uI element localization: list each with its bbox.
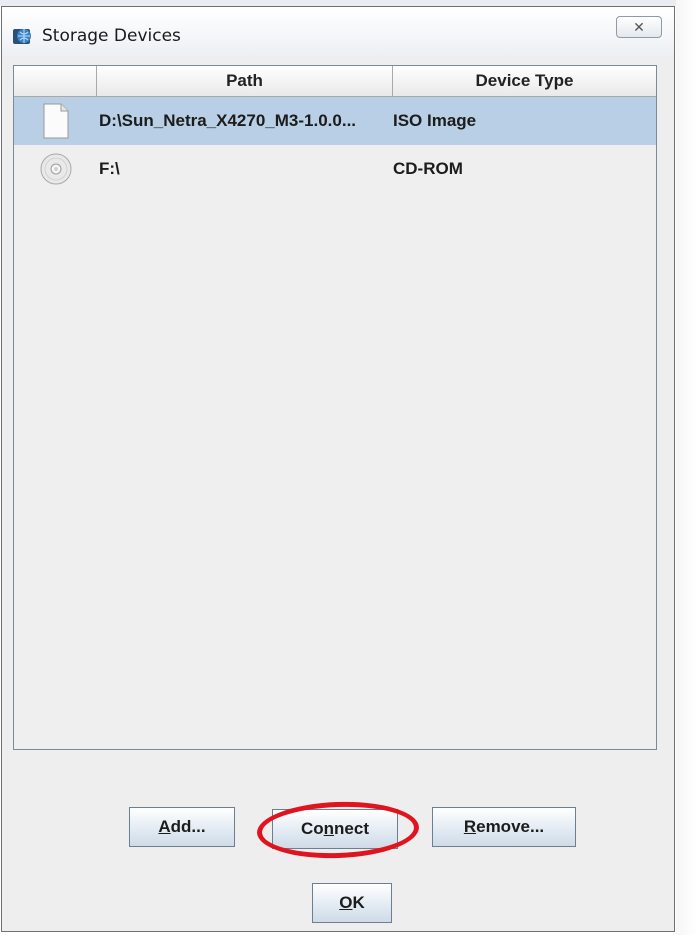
table-body: D:\Sun_Netra_X4270_M3-1.0.0... ISO Image… <box>14 97 656 193</box>
window-title: Storage Devices <box>42 26 181 46</box>
ok-label-mnemonic: O <box>339 893 353 912</box>
device-type: ISO Image <box>393 111 477 130</box>
column-header-icon[interactable] <box>14 66 97 96</box>
table-row[interactable]: F:\ CD-ROM <box>14 145 656 193</box>
title-bar[interactable]: Storage Devices ✕ <box>2 7 674 57</box>
ok-label-suffix: K <box>352 893 365 912</box>
column-header-device-type[interactable]: Device Type <box>393 66 656 96</box>
background-edge <box>676 0 696 935</box>
storage-devices-dialog: Storage Devices ✕ Path Device Type D:\Su… <box>1 6 675 932</box>
ok-button[interactable]: OK <box>312 883 392 923</box>
table-row[interactable]: D:\Sun_Netra_X4270_M3-1.0.0... ISO Image <box>14 97 656 145</box>
connect-button[interactable]: Co n nect <box>272 809 398 849</box>
add-label-suffix: dd... <box>170 817 206 836</box>
add-button[interactable]: Add... <box>129 807 235 847</box>
device-path: F:\ <box>99 159 120 178</box>
app-globe-icon <box>13 29 31 44</box>
device-type: CD-ROM <box>393 159 463 178</box>
close-icon: ✕ <box>633 18 645 35</box>
cd-disc-icon <box>14 152 97 186</box>
document-icon <box>14 102 97 140</box>
remove-label-suffix: emove... <box>476 817 545 836</box>
connect-label-suffix: nect <box>334 819 370 838</box>
devices-table[interactable]: Path Device Type D:\Sun_Netra_X4270_M3-1… <box>13 65 657 750</box>
remove-button[interactable]: Remove... <box>432 807 576 847</box>
add-label-mnemonic: A <box>158 817 171 836</box>
dialog-body: Path Device Type D:\Sun_Netra_X4270_M3-1… <box>2 57 674 931</box>
remove-label-mnemonic: R <box>463 817 477 836</box>
connect-label-prefix: Co <box>300 819 324 838</box>
column-header-path[interactable]: Path <box>97 66 393 96</box>
close-button[interactable]: ✕ <box>616 16 662 38</box>
table-header: Path Device Type <box>14 66 656 97</box>
connect-label-mnemonic: n <box>323 819 335 838</box>
device-path: D:\Sun_Netra_X4270_M3-1.0.0... <box>99 111 357 130</box>
